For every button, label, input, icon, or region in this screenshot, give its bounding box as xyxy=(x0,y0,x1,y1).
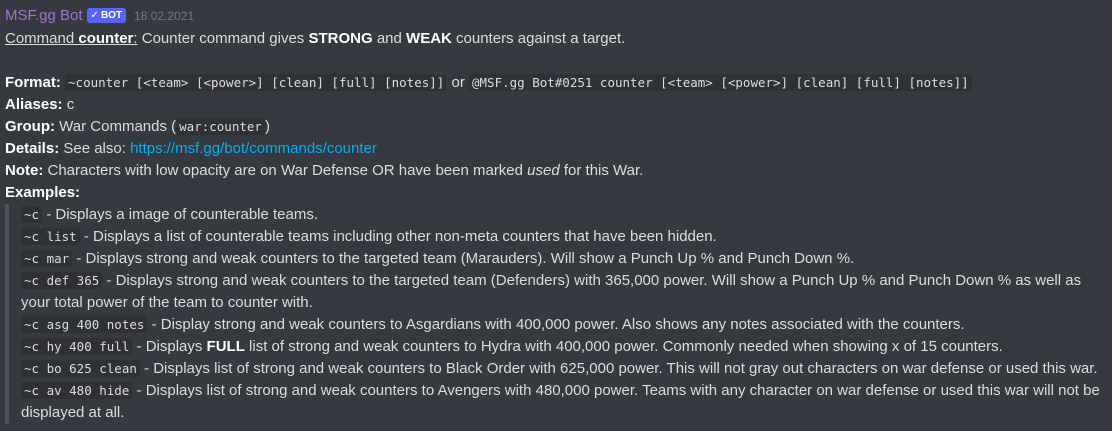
details-link[interactable]: https://msf.gg/bot/commands/counter xyxy=(130,140,377,157)
note-used: used xyxy=(527,162,560,179)
details-line: Details: See also: https://msf.gg/bot/co… xyxy=(5,140,377,157)
example-item: ~c mar - Displays strong and weak counte… xyxy=(21,248,1107,270)
aliases-line: Aliases: c xyxy=(5,94,1107,116)
details-label: Details: xyxy=(5,140,60,157)
intro-line: Command counter: Counter command gives S… xyxy=(5,30,626,47)
format-code-prefix: ~counter [<team> [<power>] [clean] [full… xyxy=(65,74,448,91)
group-label: Group: xyxy=(5,118,55,135)
example-item: ~c def 365 - Displays strong and weak co… xyxy=(21,272,1082,311)
examples-label: Examples: xyxy=(5,184,81,201)
author-name[interactable]: MSF.gg Bot xyxy=(5,7,83,24)
group-line: Group: War Commands (war:counter) xyxy=(5,118,270,135)
command-heading: Command counter: xyxy=(5,30,138,47)
bot-tag-label: BOT xyxy=(100,10,123,21)
aliases-label: Aliases: xyxy=(5,96,63,113)
example-item: ~c asg 400 notes - Display strong and we… xyxy=(21,314,1107,336)
verified-check-icon: ✓ xyxy=(90,10,99,21)
bot-tag: ✓ BOT xyxy=(86,8,127,23)
aliases-value: c xyxy=(66,96,75,113)
group-code: war:counter xyxy=(176,118,265,135)
note-line: Note: Characters with low opacity are on… xyxy=(5,162,644,179)
weak-word: WEAK xyxy=(406,30,452,47)
examples-list: ~c - Displays a image of counterable tea… xyxy=(9,204,1107,424)
format-line: Format: ~counter [<team> [<power>] [clea… xyxy=(5,72,1107,94)
command-name: counter xyxy=(78,30,134,47)
format-code-mention: @MSF.gg Bot#0251 counter [<team> [<power… xyxy=(469,74,972,91)
note-label: Note: xyxy=(5,162,44,179)
example-item: ~c hy 400 full - Displays FULL list of s… xyxy=(21,336,1107,358)
example-item: ~c list - Displays a list of counterable… xyxy=(21,226,1107,248)
example-item: ~c - Displays a image of counterable tea… xyxy=(21,204,1107,226)
examples-heading: Examples: xyxy=(5,182,1107,204)
example-item: ~c av 480 hide - Displays list of strong… xyxy=(21,382,1100,421)
examples-blockquote: ~c - Displays a image of counterable tea… xyxy=(5,204,1107,424)
chat-message: MSF.gg Bot ✓ BOT 18.02.2021 Command coun… xyxy=(5,6,1107,424)
message-header: MSF.gg Bot ✓ BOT 18.02.2021 xyxy=(5,6,1107,25)
message-timestamp[interactable]: 18.02.2021 xyxy=(134,9,194,23)
strong-word: STRONG xyxy=(308,30,373,47)
example-item: ~c bo 625 clean - Displays list of stron… xyxy=(21,358,1107,380)
format-label: Format: xyxy=(5,74,61,91)
